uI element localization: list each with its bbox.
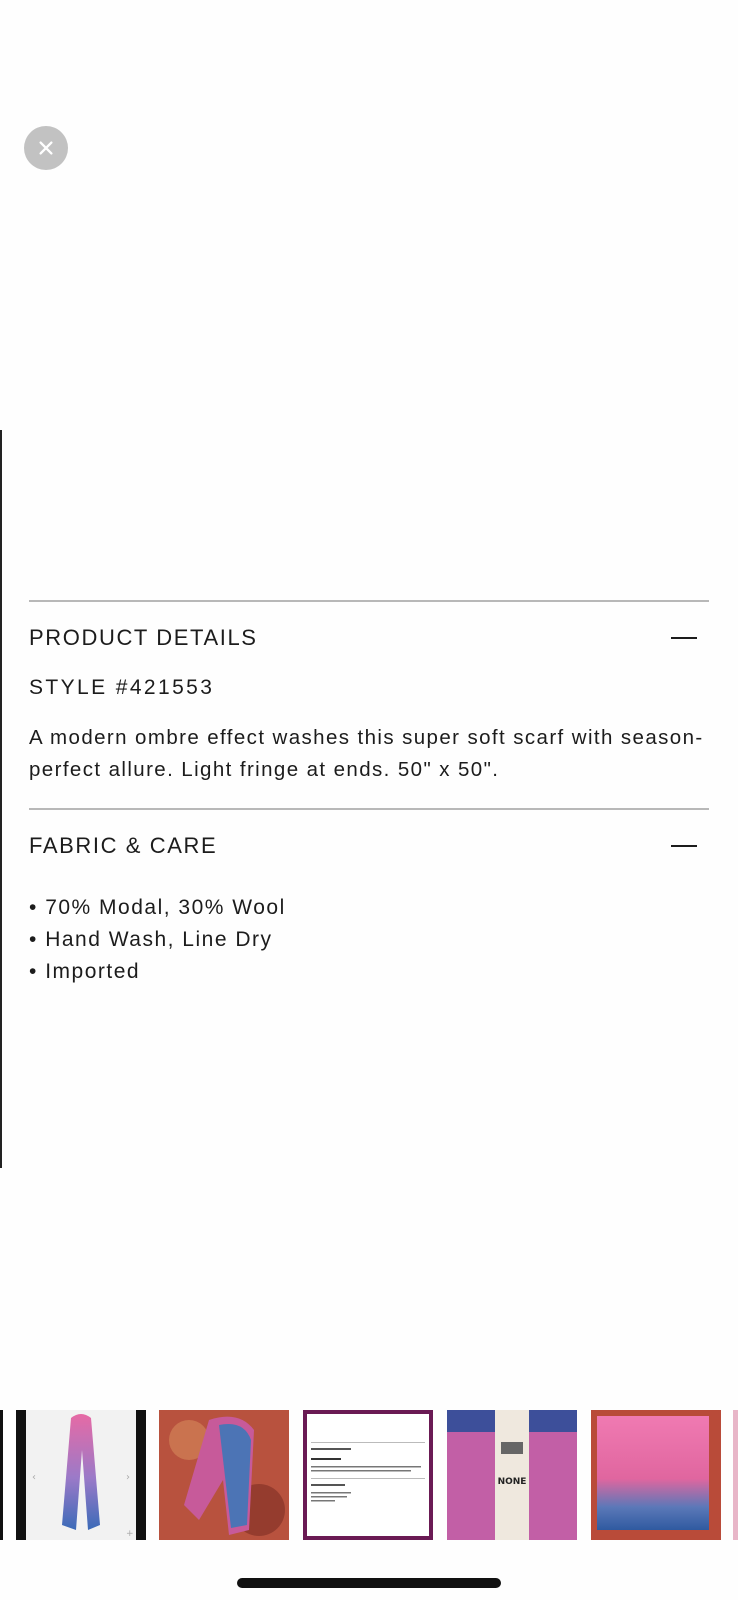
left-edge-divider <box>0 430 2 1168</box>
collapse-icon[interactable] <box>671 845 697 847</box>
fabric-care-header[interactable]: FABRIC & CARE <box>29 810 709 882</box>
details-screenshot-image <box>311 1442 425 1502</box>
product-description: A modern ombre effect washes this super … <box>29 726 704 781</box>
thumbnail-4[interactable]: NONE <box>447 1410 577 1540</box>
collapse-icon[interactable] <box>671 637 697 639</box>
thumbnail-6-partial[interactable] <box>733 1410 738 1540</box>
svg-text:+: + <box>126 1529 134 1539</box>
scarf-on-rug-image <box>159 1410 289 1540</box>
home-indicator[interactable] <box>237 1578 501 1588</box>
thumbnail-strip[interactable]: ‹ › + NONE <box>0 1410 738 1542</box>
close-icon <box>39 141 53 155</box>
folded-scarf-image <box>591 1410 721 1540</box>
product-info: PRODUCT DETAILS STYLE #421553 A modern o… <box>29 600 709 988</box>
svg-text:‹: ‹ <box>32 1472 36 1483</box>
list-item: 70% Modal, 30% Wool <box>29 892 709 924</box>
price-tag-image: NONE <box>447 1410 577 1540</box>
list-item: Hand Wash, Line Dry <box>29 924 709 956</box>
thumbnail-2[interactable] <box>159 1410 289 1540</box>
fabric-care-list: 70% Modal, 30% Wool Hand Wash, Line Dry … <box>29 892 709 988</box>
svg-text:›: › <box>126 1472 130 1483</box>
thumbnail-edge <box>0 1410 3 1540</box>
thumbnail-3-selected[interactable] <box>303 1410 433 1540</box>
product-details-header[interactable]: PRODUCT DETAILS <box>29 602 709 674</box>
thumbnail-1[interactable]: ‹ › + <box>16 1410 146 1540</box>
tag-text: NONE <box>498 1477 527 1487</box>
section-title: FABRIC & CARE <box>29 833 218 858</box>
list-item: Imported <box>29 956 709 988</box>
scarf-image: ‹ › + <box>32 1414 134 1539</box>
style-number: STYLE #421553 <box>29 676 215 699</box>
section-title: PRODUCT DETAILS <box>29 625 258 650</box>
thumbnail-5[interactable] <box>591 1410 721 1540</box>
close-button[interactable] <box>24 126 68 170</box>
